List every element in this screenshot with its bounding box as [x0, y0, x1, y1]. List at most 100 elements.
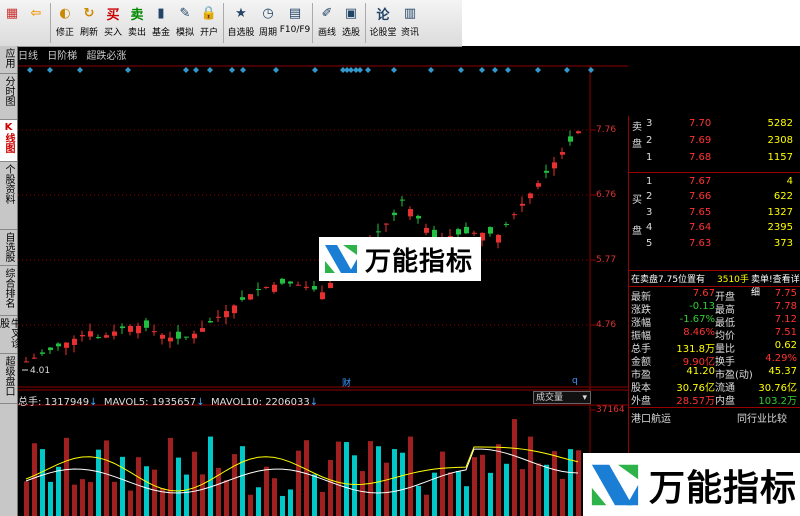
toolbar-button-0[interactable]: ▦ — [0, 0, 24, 44]
industry-bar[interactable]: 港口航运 同行业比较 — [629, 407, 800, 425]
sidebar-item-label: K线图 — [3, 122, 14, 153]
volume-bar — [96, 449, 101, 516]
candle-body — [464, 226, 469, 234]
sell-order-row[interactable]: 1 7.68 1157 — [629, 150, 800, 166]
toolbar-button-2[interactable]: ◐ 修正 — [53, 0, 77, 44]
candle-body — [64, 342, 69, 348]
watermark-corner: 万能指标 — [583, 453, 800, 516]
candle-body — [80, 335, 85, 337]
toolbar-button-4[interactable]: 买买入 — [101, 0, 125, 44]
order-volume: 2308 — [767, 135, 793, 146]
candle-body — [568, 136, 573, 142]
order-volume: 5282 — [767, 118, 793, 129]
signal-diamond-icon — [458, 67, 464, 73]
volume-bar — [344, 442, 349, 516]
order-level: 4 — [646, 222, 653, 234]
sidebar-item-4[interactable]: 自选股 — [0, 230, 17, 266]
toolbar-button-13[interactable]: ▣ 选股 — [339, 0, 363, 44]
candle-body — [576, 131, 581, 134]
sell-order-row[interactable]: 卖 3 7.70 5282 — [629, 116, 800, 133]
toolbar-button-15[interactable]: ▥ 资讯 — [398, 0, 422, 44]
toolbar-button-6[interactable]: ▮ 基金 — [149, 0, 173, 44]
sidebar-item-0[interactable]: 应用 — [0, 46, 17, 74]
candle-body — [264, 286, 269, 288]
order-level: 2 — [646, 191, 653, 203]
toolbar-button-label: 论股堂 — [369, 28, 397, 38]
buy-order-row[interactable]: 3 7.65 1327 — [629, 205, 800, 221]
toolbar-button-12[interactable]: ✐ 画线 — [315, 0, 339, 44]
volume-bar — [24, 481, 29, 516]
volume-bar — [176, 457, 181, 516]
candle-body — [520, 203, 525, 206]
candle-body — [176, 331, 181, 339]
candle-body — [48, 347, 53, 351]
volume-bar — [456, 470, 461, 516]
volume-bar — [72, 484, 77, 516]
volume-indicator-select[interactable]: 成交量 ▾ — [533, 391, 591, 404]
signal-diamond-icon — [229, 67, 235, 73]
candle-body — [280, 278, 285, 284]
candle-body — [216, 316, 221, 318]
candle-body — [32, 357, 37, 359]
toolbar-button-1[interactable]: ⇦ — [24, 0, 48, 44]
order-queue-bar[interactable]: 在卖盘7.75位置有 3510手 卖单!查看详细 — [629, 270, 800, 298]
sidebar-item-5[interactable]: 综合排名 — [0, 266, 17, 316]
signal-diamond-icon — [357, 67, 363, 73]
toolbar-button-10[interactable]: ◷ 周期 — [256, 0, 280, 44]
volume-bar — [296, 450, 301, 516]
toolbar-button-11[interactable]: ▤ F10/F9 — [280, 0, 311, 44]
toolbar-button-8[interactable]: 🔒 开户 — [197, 0, 221, 44]
signal-diamond-icon — [365, 67, 371, 73]
sidebar-item-3[interactable]: 个股资料 — [0, 162, 17, 230]
buy-order-row[interactable]: 盘 4 7.64 2395 — [629, 220, 800, 237]
price-tick-1: 7.76 — [596, 125, 617, 135]
toolbar-button-5[interactable]: 卖卖出 — [125, 0, 149, 44]
volume-bar — [416, 485, 421, 516]
sidebar-item-2[interactable]: K线图 — [0, 120, 17, 162]
candle-body — [184, 336, 189, 338]
sidebar-item-label: 牛叉诊股 — [0, 318, 20, 348]
volume-axis-tick: 37164 — [596, 405, 625, 415]
industry-label: 港口航运 — [631, 414, 671, 425]
volume-bar — [112, 481, 117, 516]
candle-body — [384, 223, 389, 225]
sell-order-row[interactable]: 盘 2 7.69 2308 — [629, 133, 800, 150]
volume-bar — [440, 451, 445, 516]
sidebar-item-7[interactable]: 超级盘口 — [0, 354, 17, 404]
toolbar-button-3[interactable]: ↻ 刷新 — [77, 0, 101, 44]
volume-legend: 总手: 1317949↓ MAVOL5: 1935657↓ MAVOL10: 2… — [18, 393, 318, 408]
event-marker-q[interactable]: q — [572, 376, 578, 386]
buy-order-row[interactable]: 5 7.63 373 — [629, 236, 800, 252]
volume-bar — [128, 490, 133, 516]
order-volume: 373 — [773, 237, 793, 249]
volume-bar — [256, 487, 261, 516]
candle-body — [392, 212, 397, 216]
stat-value: 7.67 — [692, 288, 715, 299]
stat-row: 涨跌 -0.13 最高 7.78 — [629, 301, 800, 316]
candle-body — [192, 333, 197, 339]
toolbar-button-14[interactable]: 论论股堂 — [368, 0, 398, 44]
toolbar-button-label: 周期 — [258, 28, 277, 38]
candle-body — [512, 214, 517, 216]
toolbar-separator — [312, 3, 313, 43]
signal-diamond-icon — [273, 67, 279, 73]
clock-icon: ◷ — [262, 5, 274, 21]
event-marker-finance[interactable]: 财 — [342, 376, 351, 389]
buy-order-row[interactable]: 买 2 7.66 622 — [629, 189, 800, 206]
volume-bar — [464, 486, 469, 516]
stat-row: 股本 30.76亿 流通 30.76亿 — [629, 379, 800, 394]
sidebar-item-1[interactable]: 分时图 — [0, 74, 17, 120]
stat-row: 外盘 28.57万 内盘 103.2万 — [629, 392, 800, 407]
candle-body — [248, 294, 253, 300]
toolbar-button-9[interactable]: ★ 自选股 — [226, 0, 256, 44]
queue-text-left: 在卖盘7.75位置有 — [631, 275, 706, 285]
volume-bar — [528, 436, 533, 516]
volume-bar — [168, 437, 173, 516]
watermark-text: 万能指标 — [649, 467, 798, 509]
buy-order-row[interactable]: 1 7.67 4 — [629, 174, 800, 190]
refresh-icon: ↻ — [83, 5, 95, 21]
toolbar-button-7[interactable]: ✎ 模拟 — [173, 0, 197, 44]
sidebar-item-6[interactable]: 牛叉诊股 — [0, 316, 20, 354]
candle-body — [304, 286, 309, 288]
simulate-icon: ✎ — [179, 5, 191, 21]
